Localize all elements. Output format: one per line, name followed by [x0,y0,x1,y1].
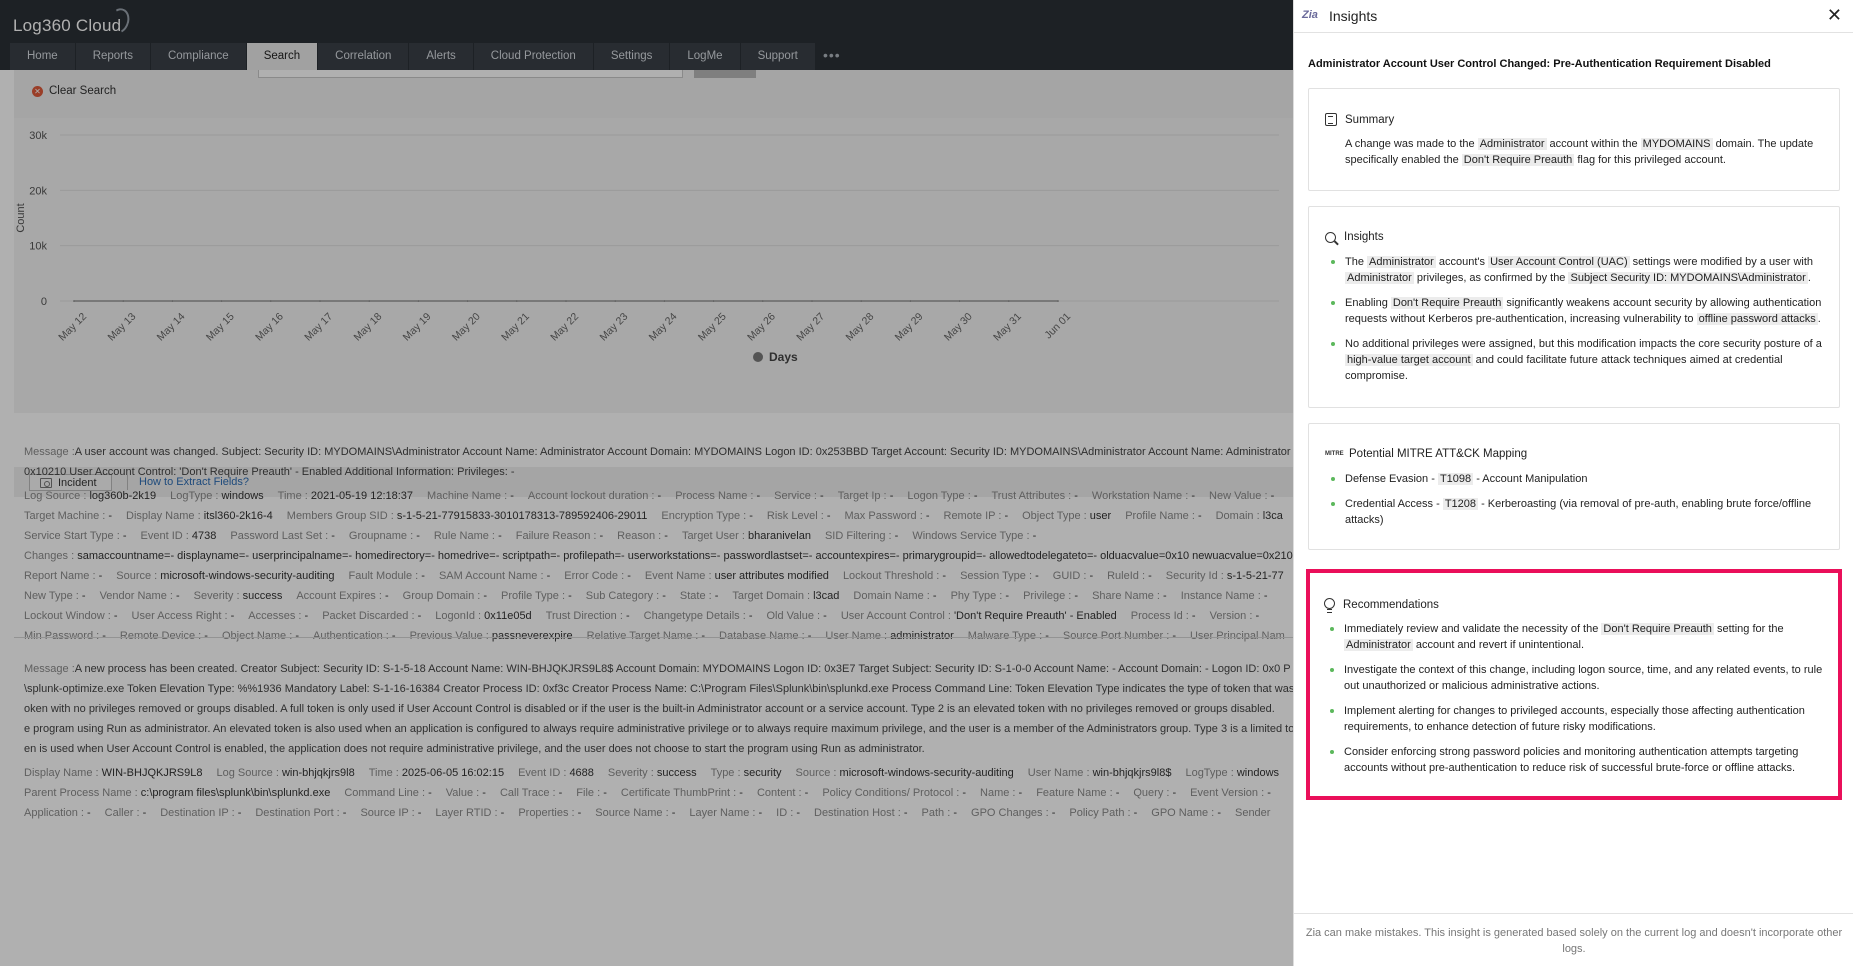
text-fragment: settings were modified by a user with [1629,256,1814,268]
highlighted-term: User Account Control (UAC) [1488,256,1630,268]
text-fragment: privileges, as confirmed by the [1413,272,1569,284]
mitre-card: MITRE Potential MITRE ATT&CK Mapping Def… [1308,423,1840,550]
highlighted-term: Don't Require Preauth [1461,154,1575,166]
highlighted-term: Administrator [1367,256,1436,268]
mitre-item: Defense Evasion - T1098 - Account Manipu… [1329,471,1829,487]
text-fragment: flag for this privileged account. [1574,154,1726,166]
text-fragment: Enabling [1345,297,1391,309]
insight-item: No additional privileges were assigned, … [1329,336,1829,384]
text-fragment: . [1817,313,1821,325]
insights-card: Insights The Administrator account's Use… [1308,206,1840,408]
mitre-list: Defense Evasion - T1098 - Account Manipu… [1329,471,1829,537]
text-fragment: Defense Evasion - [1345,473,1438,485]
highlighted-term: T1208 [1442,498,1479,510]
summary-card: Summary A change was made to the Adminis… [1308,88,1840,191]
search-icon [1325,231,1336,243]
highlighted-term: Administrator [1345,272,1414,284]
highlighted-term: Administrator [1477,138,1547,150]
text-fragment: Credential Access - [1345,498,1443,510]
mitre-item: Credential Access - T1208 - Kerberoastin… [1329,496,1829,528]
mitre-heading: MITRE Potential MITRE ATT&CK Mapping [1325,448,1527,460]
highlighted-term: Subject Security ID: MYDOMAINS\Administr… [1568,272,1808,284]
modal-overlay[interactable] [0,0,1293,966]
text-fragment: account's [1435,256,1489,268]
highlighted-term: T1098 [1437,473,1474,485]
text-fragment: - Account Manipulation [1473,473,1588,485]
summary-heading: Summary [1325,113,1394,126]
alert-header: Administrator Account User Control Chang… [1308,57,1840,71]
panel-header: Zia Insights ✕ [1294,0,1853,33]
disclaimer-text: Zia can make mistakes. This insight is g… [1305,927,1843,955]
summary-title: Summary [1345,113,1395,126]
insight-item: The Administrator account's User Account… [1329,254,1829,286]
mitre-icon: MITRE [1325,451,1344,457]
summary-icon [1325,113,1337,126]
text-fragment: The [1345,256,1368,268]
insight-item: Enabling Don't Require Preauth significa… [1329,295,1829,327]
highlighted-term: Don't Require Preauth [1390,297,1504,309]
summary-text: A change was made to the Administrator a… [1345,136,1829,168]
highlighted-term: offline password attacks [1696,313,1818,325]
mitre-title: Potential MITRE ATT&CK Mapping [1349,448,1528,460]
panel-title: Insights [1329,8,1378,24]
recommendations-highlight [1306,569,1842,800]
highlighted-term: MYDOMAINS [1640,138,1713,150]
panel-footer: Zia can make mistakes. This insight is g… [1294,913,1853,966]
text-fragment: account within the [1546,138,1641,150]
insights-list: The Administrator account's User Account… [1329,254,1829,393]
text-fragment: A change was made to the [1345,138,1478,150]
highlighted-term: high-value target account [1345,354,1473,366]
insights-heading: Insights [1325,231,1384,243]
text-fragment: No additional privileges were assigned, … [1345,338,1822,350]
alert-title: Administrator Account User Control Chang… [1308,58,1771,70]
insights-title: Insights [1344,231,1384,243]
zia-icon: Zia [1302,9,1318,21]
insights-panel: Zia Insights ✕ Administrator Account Use… [1293,0,1853,966]
close-icon[interactable]: ✕ [1827,5,1842,25]
text-fragment: . [1807,272,1811,284]
